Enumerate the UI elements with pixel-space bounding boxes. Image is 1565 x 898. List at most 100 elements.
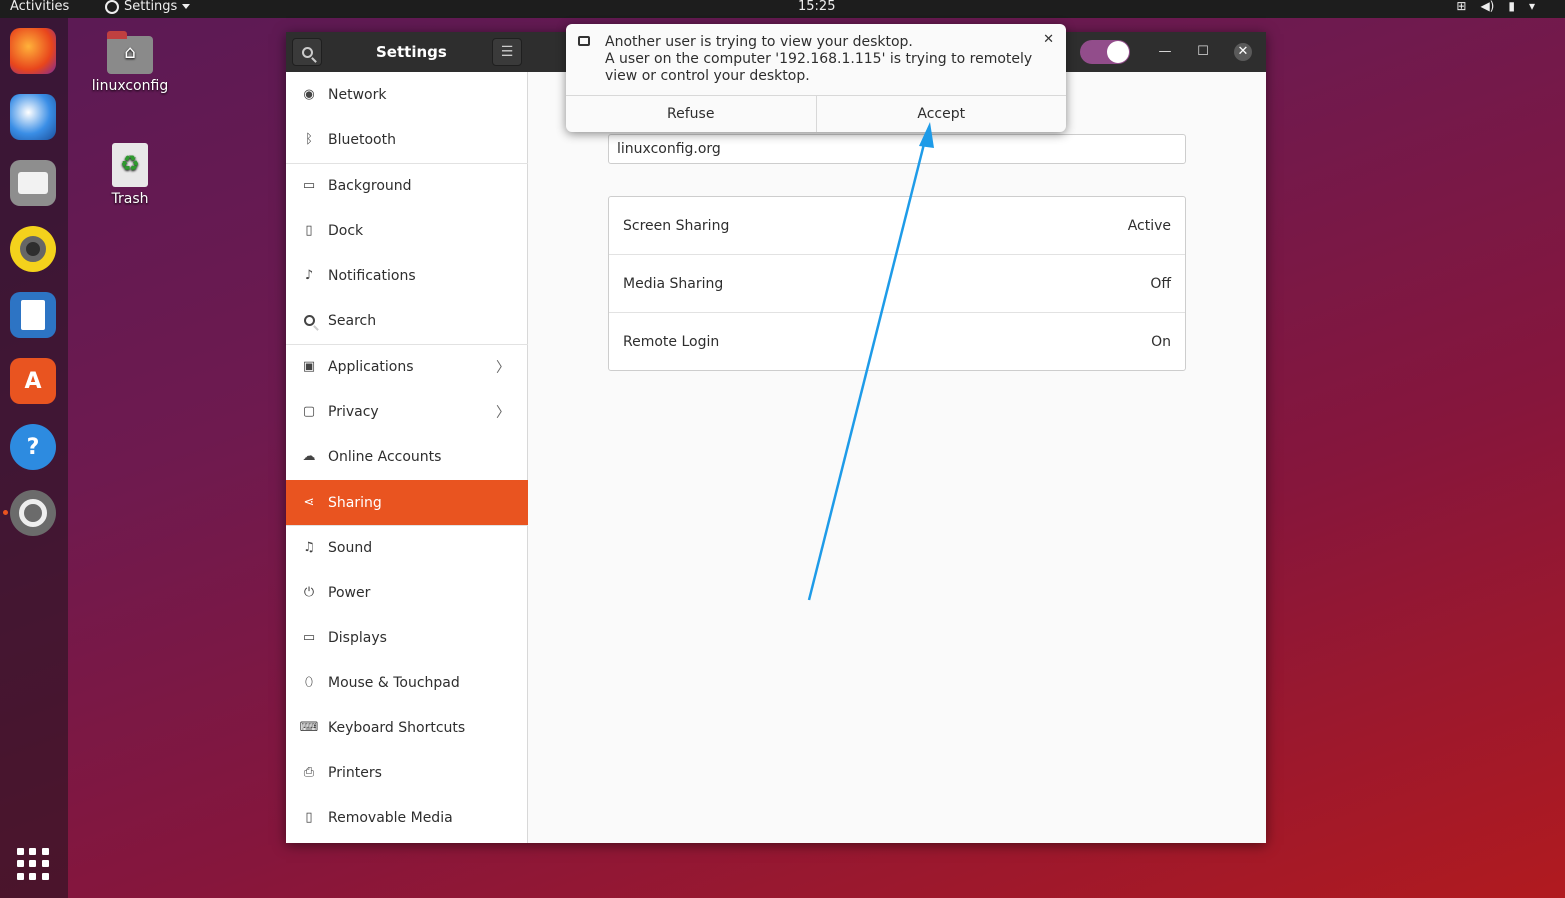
notification-title: Another user is trying to view your desk… (605, 34, 913, 50)
screen-sharing-row[interactable]: Screen Sharing Active (609, 197, 1185, 255)
sidebar-item-label: Bluetooth (328, 131, 396, 148)
sidebar-item-label: Mouse & Touchpad (328, 674, 460, 691)
sidebar-item-label: Keyboard Shortcuts (328, 719, 466, 736)
volume-icon: ◀) (1480, 0, 1495, 13)
activities-button[interactable]: Activities (10, 0, 69, 14)
top-bar: Activities Settings 15:25 ⊞ ◀) ▮ ▾ (0, 0, 1565, 18)
accept-button[interactable]: Accept (815, 96, 1067, 132)
sidebar-item-mouse-touchpad[interactable]: ⬯ Mouse & Touchpad (286, 660, 528, 705)
desktop-trash[interactable]: ♻ Trash (90, 143, 170, 207)
sidebar-item-dock[interactable]: ▯ Dock (286, 208, 528, 253)
show-applications-icon[interactable] (17, 848, 49, 880)
thunderbird-icon[interactable] (10, 94, 56, 140)
sidebar-item-sharing[interactable]: ⋖ Sharing (286, 480, 528, 525)
sharing-toggle[interactable] (1080, 40, 1130, 64)
help-icon[interactable]: ? (10, 424, 56, 470)
service-state: On (1151, 334, 1171, 350)
system-tray[interactable]: ⊞ ◀) ▮ ▾ (1456, 0, 1535, 13)
notification-actions: Refuse Accept (566, 95, 1066, 132)
firefox-icon[interactable] (10, 28, 56, 74)
network-status-icon: ⊞ (1456, 0, 1467, 13)
sidebar-item-label: Search (328, 312, 377, 329)
search-icon (302, 314, 316, 328)
settings-icon[interactable] (10, 490, 56, 536)
sidebar-item-label: Network (328, 86, 387, 103)
running-indicator (3, 510, 8, 515)
settings-window: Settings ☰ — ☐ ✕ ◉ Network ᛒ Bluetooth ▭… (286, 32, 1266, 843)
notification-body: A user on the computer '192.168.1.115' i… (605, 51, 1033, 84)
sidebar-item-power[interactable]: ⏻ Power (286, 570, 528, 615)
software-icon[interactable]: A (10, 358, 56, 404)
service-name: Screen Sharing (623, 217, 730, 234)
app-menu[interactable]: Settings (105, 0, 191, 14)
search-button[interactable] (292, 38, 322, 66)
hamburger-icon: ☰ (500, 44, 514, 60)
sidebar-item-network[interactable]: ◉ Network (286, 72, 528, 117)
computer-name-field[interactable]: linuxconfig.org (608, 134, 1186, 164)
desktop-trash-label: Trash (111, 191, 149, 207)
dock-icon: ▯ (305, 223, 313, 238)
sidebar-item-label: Power (328, 584, 371, 601)
close-icon[interactable]: ✕ (1043, 32, 1054, 47)
menu-button[interactable]: ☰ (492, 38, 522, 66)
service-state: Off (1150, 275, 1171, 292)
bluetooth-icon: ᛒ (305, 132, 313, 147)
sidebar-item-keyboard-shortcuts[interactable]: ⌨ Keyboard Shortcuts (286, 705, 528, 750)
search-icon (301, 46, 313, 58)
sidebar-item-label: Sound (328, 539, 373, 556)
sidebar-item-online-accounts[interactable]: ☁ Online Accounts (286, 434, 528, 479)
keyboard-icon: ⌨ (299, 720, 319, 735)
background-icon: ▭ (302, 178, 316, 193)
chevron-down-icon (182, 4, 191, 9)
bell-icon: ♪ (304, 268, 314, 283)
sidebar-item-label: Online Accounts (328, 448, 442, 465)
rhythmbox-icon[interactable] (10, 226, 56, 272)
remote-desktop-notification: Another user is trying to view your desk… (566, 24, 1066, 132)
desktop-home-folder[interactable]: linuxconfig (90, 31, 170, 94)
service-name: Media Sharing (623, 275, 724, 292)
sidebar-item-background[interactable]: ▭ Background (286, 163, 528, 208)
sidebar-item-displays[interactable]: ▭ Displays (286, 615, 528, 660)
display-icon: ▭ (302, 630, 316, 645)
close-button[interactable]: ✕ (1234, 43, 1252, 61)
sidebar-item-search[interactable]: Search (286, 298, 528, 343)
home-folder-icon (107, 31, 153, 74)
sidebar-item-label: Dock (328, 222, 364, 239)
clock[interactable]: 15:25 (798, 0, 835, 14)
chevron-right-icon: 〉 (496, 359, 510, 376)
sidebar-item-label: Background (328, 177, 412, 194)
remote-login-row[interactable]: Remote Login On (609, 313, 1185, 371)
media-sharing-row[interactable]: Media Sharing Off (609, 255, 1185, 313)
window-title: Settings (376, 43, 447, 61)
sidebar-item-bluetooth[interactable]: ᛒ Bluetooth (286, 117, 528, 162)
chevron-down-icon: ▾ (1528, 0, 1535, 13)
minimize-button[interactable]: — (1156, 43, 1174, 61)
sidebar-item-label: Printers (328, 764, 382, 781)
sidebar-item-sound[interactable]: ♫ Sound (286, 525, 528, 570)
desktop-home-label: linuxconfig (91, 78, 169, 94)
sidebar-item-notifications[interactable]: ♪ Notifications (286, 253, 528, 298)
sidebar-item-label: Sharing (328, 494, 382, 511)
sidebar-item-label: Removable Media (328, 809, 453, 826)
service-state: Active (1127, 217, 1171, 234)
files-icon[interactable] (10, 160, 56, 206)
printer-icon: ⎙ (303, 765, 315, 780)
mouse-icon: ⬯ (304, 675, 314, 690)
sidebar-item-label: Applications (328, 358, 414, 375)
applications-icon: ▣ (302, 359, 316, 374)
chevron-right-icon: 〉 (496, 404, 510, 421)
sharing-services-list: Screen Sharing Active Media Sharing Off … (608, 196, 1186, 371)
sidebar-item-applications[interactable]: ▣ Applications 〉 (286, 344, 528, 389)
sidebar: ◉ Network ᛒ Bluetooth ▭ Background ▯ Doc… (286, 72, 528, 843)
sharing-panel: linuxconfig.org Screen Sharing Active Me… (529, 72, 1266, 843)
sidebar-item-label: Displays (328, 629, 387, 646)
maximize-button[interactable]: ☐ (1194, 43, 1212, 61)
battery-icon: ▮ (1508, 0, 1515, 13)
lock-icon: ▢ (302, 404, 316, 419)
sidebar-item-removable-media[interactable]: ▯ Removable Media (286, 795, 528, 840)
libreoffice-writer-icon[interactable] (10, 292, 56, 338)
refuse-button[interactable]: Refuse (566, 96, 816, 132)
sidebar-item-printers[interactable]: ⎙ Printers (286, 750, 528, 795)
sidebar-item-privacy[interactable]: ▢ Privacy 〉 (286, 389, 528, 434)
dock: A ? (0, 18, 68, 898)
